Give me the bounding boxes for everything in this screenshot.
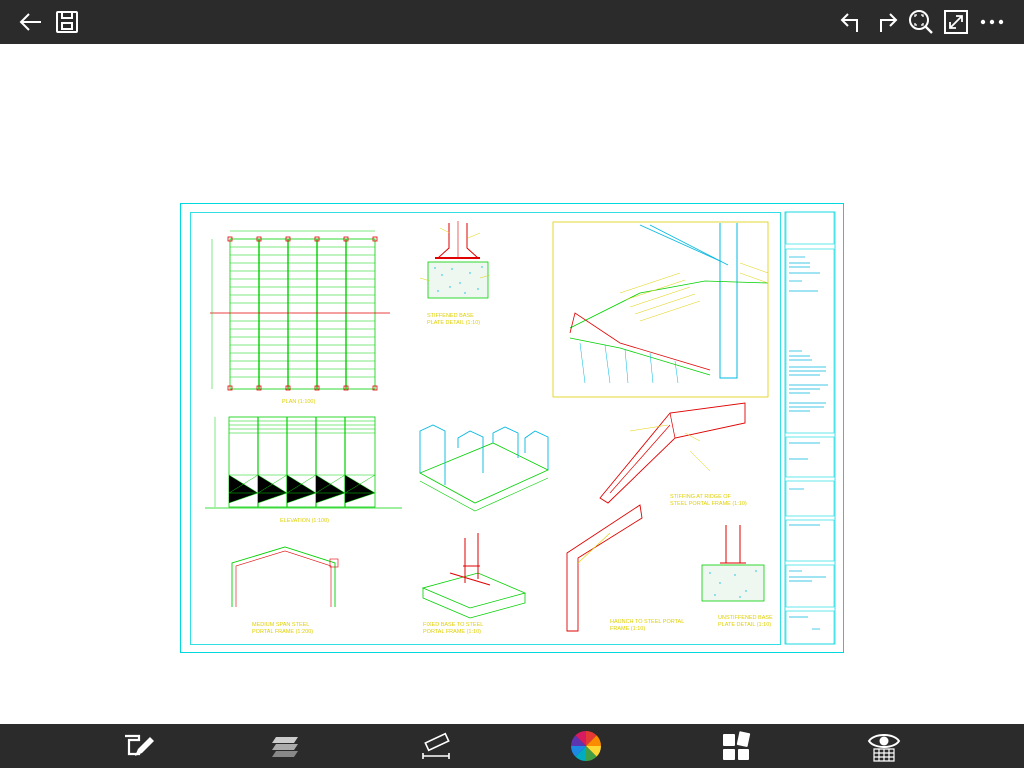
- isometric-frame: [419, 424, 549, 512]
- unstiffened-scale: PLATE DETAIL (1:10): [718, 622, 771, 628]
- elevation-view: ELEVATION (1:100): [205, 416, 402, 524]
- elevation-label: ELEVATION (1:100): [280, 518, 329, 524]
- redo-icon[interactable]: [870, 6, 902, 38]
- stiffened-base-title: STIFFENED BASE: [427, 313, 474, 319]
- layers-icon[interactable]: [268, 729, 304, 763]
- fullscreen-icon[interactable]: [940, 6, 972, 38]
- unstiffened-base-detail: UNSTIFFENED BASE PLATE DETAIL (1:10): [701, 525, 773, 628]
- drawing-canvas[interactable]: PLAN (1:100) ELEVATION (1:100) STIFFENED…: [0, 44, 1024, 724]
- measure-icon[interactable]: [418, 729, 454, 763]
- medium-span-scale: PORTAL FRAME (1:200): [252, 629, 313, 635]
- stiffened-base-scale: PLATE DETAIL (1:10): [427, 320, 480, 326]
- back-arrow-icon[interactable]: [15, 6, 47, 38]
- ridge-stiffening-detail: STIFFING AT RIDGE OF STEEL PORTAL FRAME …: [599, 402, 747, 507]
- cad-drawing-sheet[interactable]: PLAN (1:100) ELEVATION (1:100) STIFFENED…: [180, 203, 845, 655]
- fixed-base-scale: PORTAL FRAME (1:10): [423, 629, 481, 635]
- haunch-title: HAUNCH TO STEEL PORTAL: [610, 619, 684, 625]
- plan-view: PLAN (1:100): [210, 230, 390, 405]
- markup-pen-icon[interactable]: [120, 729, 156, 763]
- plan-label: PLAN (1:100): [282, 399, 315, 405]
- bottom-toolbar: [0, 724, 1024, 768]
- more-icon[interactable]: [976, 6, 1008, 38]
- medium-span-frame: MEDIUM SPAN STEEL PORTAL FRAME (1:200): [231, 546, 339, 635]
- haunch-detail: HAUNCH TO STEEL PORTAL FRAME (1:10): [566, 504, 684, 632]
- top-toolbar: [0, 0, 1024, 44]
- unstiffened-title: UNSTIFFENED BASE: [718, 615, 773, 621]
- fixed-base-title: FIXED BASE TO STEEL: [423, 622, 483, 628]
- frame-3d-view: [552, 221, 769, 398]
- undo-icon[interactable]: [836, 6, 868, 38]
- haunch-scale: FRAME (1:10): [610, 626, 645, 632]
- layouts-icon[interactable]: [718, 729, 754, 763]
- zoom-extents-icon[interactable]: [905, 6, 937, 38]
- medium-span-title: MEDIUM SPAN STEEL: [252, 622, 309, 628]
- fixed-base-detail: FIXED BASE TO STEEL PORTAL FRAME (1:10): [421, 533, 527, 635]
- save-icon[interactable]: [51, 6, 83, 38]
- ridge-scale: STEEL PORTAL FRAME (1:10): [670, 501, 747, 507]
- visibility-icon[interactable]: [866, 729, 902, 763]
- color-wheel-icon[interactable]: [568, 729, 604, 763]
- stiffened-base-detail: STIFFENED BASE PLATE DETAIL (1:10): [419, 221, 491, 326]
- ridge-title: STIFFING AT RIDGE OF: [670, 494, 732, 500]
